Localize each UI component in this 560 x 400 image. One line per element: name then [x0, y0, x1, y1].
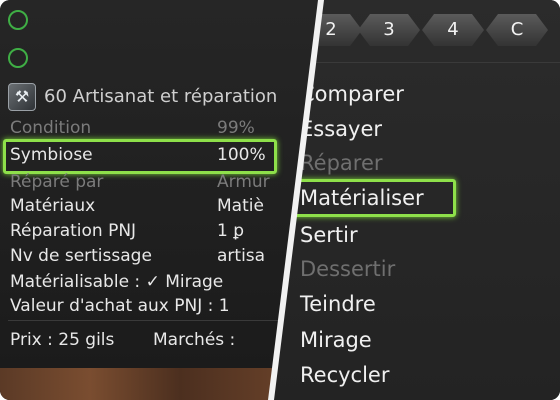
stat-label: Condition [10, 118, 92, 138]
stat-label: Nv de sertissage [10, 246, 152, 266]
materia-slot-icon [8, 48, 28, 68]
stat-value: Armur [217, 172, 270, 192]
menu-item-dye[interactable]: Teindre [300, 292, 376, 316]
game-screenshot: ⚒ 60 Artisanat et réparation Condition 9… [0, 0, 560, 400]
background-scenery [0, 368, 300, 400]
stat-value: 1 ꝑ [217, 221, 245, 241]
symbiose-highlight-box [3, 139, 277, 174]
stat-row-repaired-by: Réparé par Armur [10, 172, 270, 192]
markets-line: Marchés : [153, 330, 236, 350]
materialisable-line: Matérialisable : ✓ Mirage [10, 272, 224, 292]
separator [8, 320, 278, 321]
menu-item-compare[interactable]: Comparer [300, 82, 404, 106]
tab-4[interactable]: 4 [422, 14, 484, 46]
item-title: 60 Artisanat et réparation [44, 86, 278, 107]
stat-value: artisa [217, 246, 266, 266]
stat-value: 99% [217, 118, 255, 138]
menu-item-meld[interactable]: Sertir [300, 223, 358, 247]
tab-3[interactable]: 3 [358, 14, 420, 46]
menu-top-border [312, 62, 560, 63]
menu-item-retrieve-materia: Dessertir [300, 257, 396, 281]
stat-value: Matiè [217, 196, 264, 216]
armor-icon: ⚒ [8, 83, 36, 111]
materialize-highlight-box [290, 179, 456, 217]
stat-row-materials: Matériaux Matiè [10, 196, 264, 216]
stat-row-meld-level: Nv de sertissage artisa [10, 246, 265, 266]
materia-slot-icon [8, 10, 28, 30]
menu-item-repair: Réparer [300, 151, 383, 175]
tab-c[interactable]: C [486, 14, 548, 46]
price-line: Prix : 25 gils [10, 330, 115, 350]
stat-row-npc-repair: Réparation PNJ 1 ꝑ [10, 221, 244, 241]
menu-item-desynthesis[interactable]: Recycler [300, 363, 389, 387]
stat-label: Réparation PNJ [10, 221, 137, 241]
stat-row-condition: Condition 99% [10, 118, 255, 138]
stat-label: Matériaux [10, 196, 96, 216]
npc-sale-value-line: Valeur d'achat aux PNJ : 1 [10, 296, 230, 316]
menu-item-try-on[interactable]: Essayer [300, 117, 382, 141]
menu-item-glamour[interactable]: Mirage [300, 328, 372, 352]
stat-label: Réparé par [10, 172, 104, 192]
inventory-tab-bar: 2 3 4 C [300, 14, 560, 46]
